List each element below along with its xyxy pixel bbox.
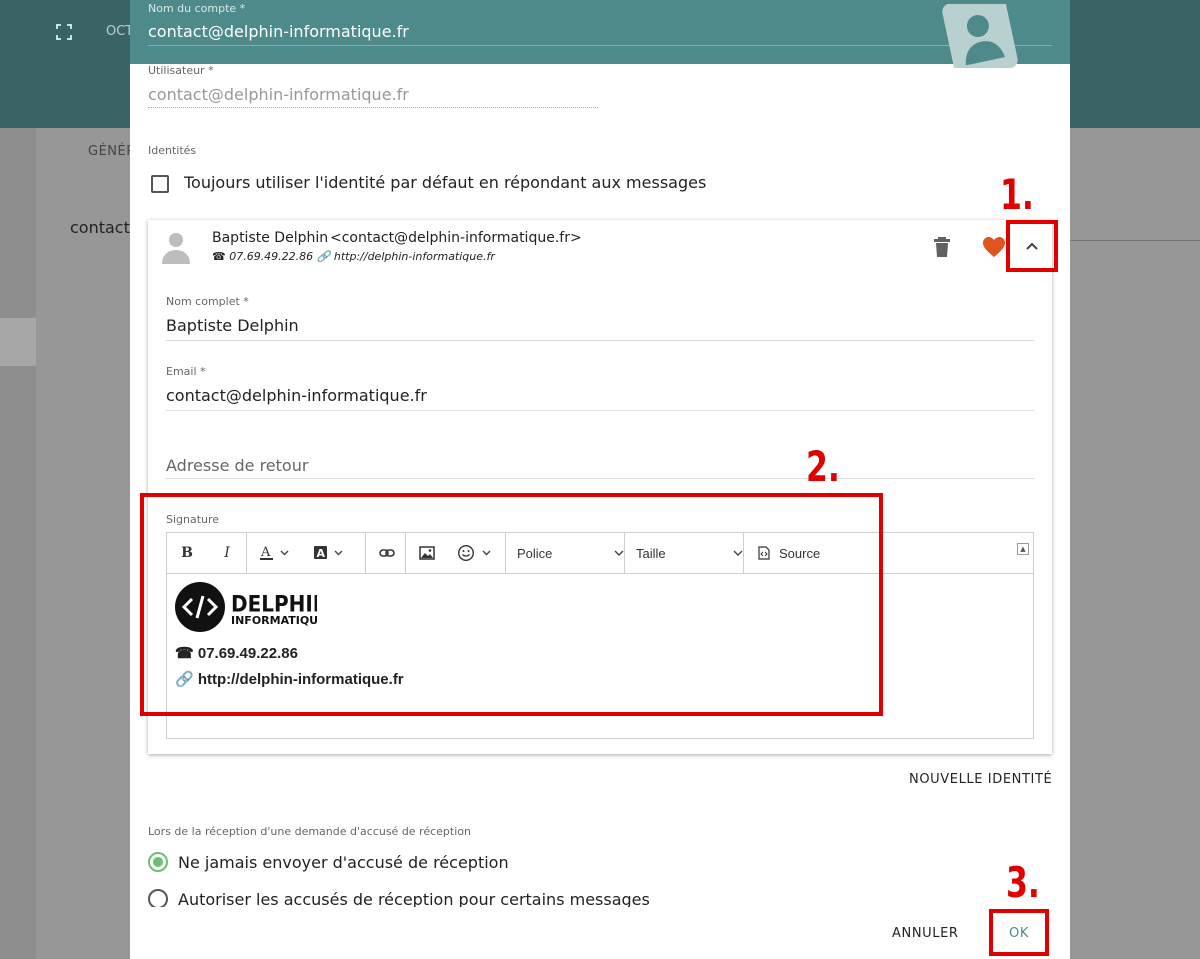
always-default-checkbox[interactable]	[151, 175, 169, 193]
always-default-label[interactable]: Toujours utiliser l'identité par défaut …	[184, 173, 706, 192]
app-sidebar	[0, 128, 36, 959]
dialog-footer: ANNULER OK	[130, 907, 1070, 959]
maximize-editor-icon[interactable]: ▲	[1017, 543, 1029, 555]
user-label: Utilisateur *	[148, 64, 214, 77]
identity-name: Baptiste Delphin	[212, 230, 329, 246]
account-name-underline	[148, 45, 1052, 46]
delete-identity-icon[interactable]	[932, 236, 952, 258]
email-input[interactable]: contact@delphin-informatique.fr	[166, 386, 427, 405]
user-input: contact@delphin-informatique.fr	[148, 85, 409, 104]
receipt-never-label[interactable]: Ne jamais envoyer d'accusé de réception	[178, 853, 509, 872]
annotation-box-3	[989, 909, 1049, 956]
app-divider	[1070, 240, 1200, 241]
identity-phone: ☎ 07.69.49.22.86	[212, 250, 314, 263]
email-label: Email *	[166, 365, 206, 378]
new-identity-button[interactable]: NOUVELLE IDENTITÉ	[909, 772, 1052, 787]
annotation-3: 3.	[1006, 858, 1040, 907]
identities-label: Identités	[148, 144, 197, 157]
receipt-some-radio[interactable]	[148, 889, 168, 909]
reply-address-underline	[166, 478, 1034, 479]
account-name-label: Nom du compte *	[148, 2, 246, 15]
receipt-never-radio[interactable]	[148, 852, 168, 872]
annotation-2: 2.	[806, 442, 840, 491]
annotation-1: 1.	[1000, 170, 1034, 219]
contact-card-icon	[942, 4, 1018, 68]
identity-email: <contact@delphin-informatique.fr>	[330, 230, 582, 246]
avatar-icon	[162, 233, 190, 264]
annotation-box-2	[140, 493, 883, 716]
full-name-input[interactable]: Baptiste Delphin	[166, 316, 299, 335]
email-underline	[166, 410, 1034, 411]
account-name-input[interactable]: contact@delphin-informatique.fr	[148, 22, 409, 41]
full-name-underline	[166, 340, 1034, 341]
identity-subtitle: ☎ 07.69.49.22.86 🔗 http://delphin-inform…	[212, 250, 495, 263]
dialog-header: Nom du compte * contact@delphin-informat…	[130, 0, 1070, 68]
cancel-button[interactable]: ANNULER	[892, 926, 959, 941]
full-name-label: Nom complet *	[166, 295, 249, 308]
identity-link: 🔗 http://delphin-informatique.fr	[316, 250, 495, 263]
receipt-label: Lors de la réception d'une demande d'acc…	[148, 825, 471, 838]
app-section-label[interactable]: GÉNÉR	[88, 144, 136, 159]
default-identity-heart-icon[interactable]	[982, 236, 1006, 258]
fullscreen-icon[interactable]	[56, 24, 72, 40]
account-dialog: Nom du compte * contact@delphin-informat…	[130, 0, 1070, 959]
user-underline	[148, 107, 598, 108]
reply-address-input[interactable]: Adresse de retour	[166, 456, 308, 475]
app-sidebar-active-item[interactable]	[0, 318, 36, 366]
annotation-box-1	[1006, 220, 1058, 272]
